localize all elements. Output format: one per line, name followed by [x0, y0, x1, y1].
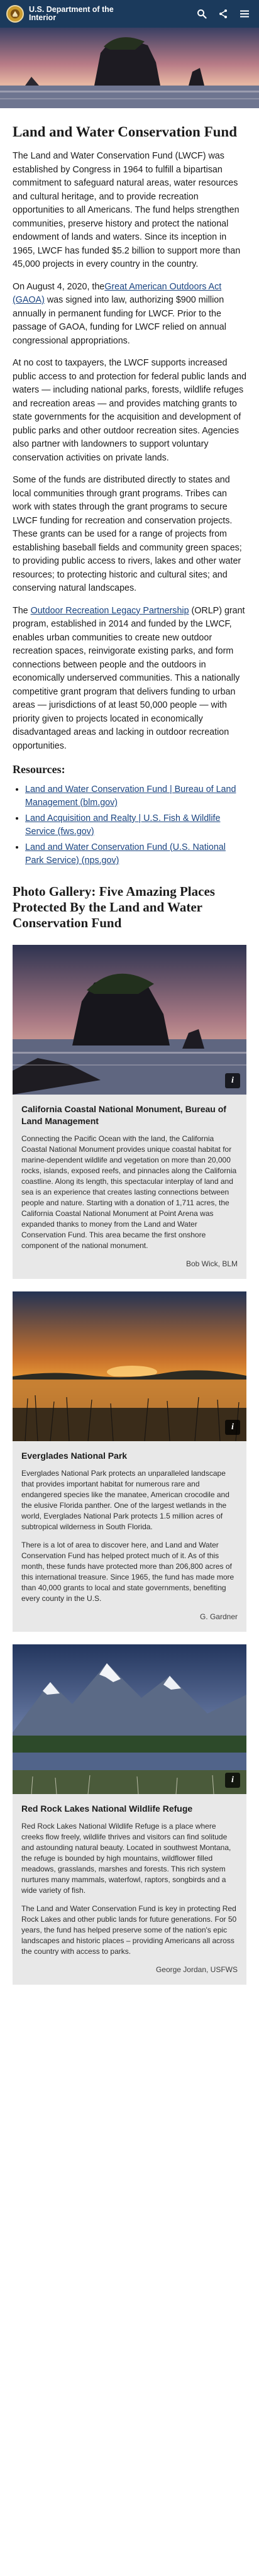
card-title: Red Rock Lakes National Wildlife Refuge	[21, 1804, 193, 1814]
card-image: i	[13, 1291, 246, 1441]
photo-credit: George Jordan, USFWS	[155, 1965, 238, 1974]
gallery-card: i California Coastal National Monument, …	[13, 945, 246, 1279]
site-name[interactable]: U.S. Department of the Interior	[29, 6, 123, 22]
page-title: Land and Water Conservation Fund	[13, 124, 238, 140]
card-text: Everglades National Park protects an unp…	[21, 1469, 229, 1531]
grants-paragraph: Some of the funds are distributed direct…	[13, 475, 242, 593]
resource-link-fws[interactable]: Land Acquisition and Realty | U.S. Fish …	[25, 813, 220, 837]
info-icon[interactable]: i	[225, 1073, 240, 1088]
hamburger-menu-icon[interactable]	[235, 4, 254, 23]
card-text: Red Rock Lakes National Wildlife Refuge …	[21, 1822, 231, 1895]
list-item: Land and Water Conservation Fund | Burea…	[25, 783, 246, 810]
card-title: Everglades National Park	[21, 1451, 128, 1461]
resources-list: Land and Water Conservation Fund | Burea…	[25, 783, 246, 867]
info-icon[interactable]: i	[225, 1773, 240, 1788]
card-text: The Land and Water Conservation Fund is …	[21, 1904, 237, 1956]
taxpayer-paragraph: At no cost to taxpayers, the LWCF suppor…	[13, 358, 246, 463]
card-body: Red Rock Lakes National Wildlife Refuge …	[13, 1794, 246, 1985]
doi-seal-icon[interactable]	[6, 5, 24, 23]
resource-link-blm[interactable]: Land and Water Conservation Fund | Burea…	[25, 784, 236, 808]
gallery-card: i Everglades National Park Everglades Na…	[13, 1291, 246, 1632]
photo-credit: Bob Wick, BLM	[185, 1259, 238, 1268]
orlp-text-before: The	[13, 605, 31, 616]
card-text: There is a lot of area to discover here,…	[21, 1541, 234, 1603]
card-body: Everglades National Park Everglades Nati…	[13, 1441, 246, 1632]
coastal-rock-sunset-image	[13, 945, 246, 1095]
resource-link-nps[interactable]: Land and Water Conservation Fund (U.S. N…	[25, 842, 226, 866]
gaoa-text-after: was signed into law, authorizing $900 mi…	[13, 295, 226, 346]
card-text: Connecting the Pacific Ocean with the la…	[21, 1134, 237, 1250]
list-item: Land and Water Conservation Fund (U.S. N…	[25, 841, 246, 867]
card-body: California Coastal National Monument, Bu…	[13, 1095, 246, 1279]
everglades-sunset-image	[13, 1291, 246, 1441]
resources-heading: Resources:	[13, 763, 65, 776]
orlp-link[interactable]: Outdoor Recreation Legacy Partnership	[31, 606, 189, 616]
site-header: U.S. Department of the Interior	[0, 0, 259, 28]
card-title: California Coastal National Monument, Bu…	[21, 1104, 226, 1126]
hero-banner	[0, 28, 259, 108]
gallery-card: i Red Rock Lakes National Wildlife Refug…	[13, 1644, 246, 1985]
orlp-text-after: (ORLP) grant program, established in 201…	[13, 605, 245, 751]
share-icon[interactable]	[214, 4, 233, 23]
photo-credit: G. Gardner	[199, 1612, 238, 1621]
list-item: Land Acquisition and Realty | U.S. Fish …	[25, 812, 246, 839]
gaoa-text-before: On August 4, 2020, the	[13, 281, 105, 292]
intro-paragraph: The Land and Water Conservation Fund (LW…	[13, 151, 241, 269]
card-image: i	[13, 945, 246, 1095]
search-icon[interactable]	[192, 4, 211, 23]
card-image: i	[13, 1644, 246, 1794]
orlp-paragraph: The Outdoor Recreation Legacy Partnershi…	[13, 605, 246, 754]
gaoa-paragraph: On August 4, 2020, theGreat American Out…	[13, 281, 246, 348]
info-icon[interactable]: i	[225, 1420, 240, 1435]
gallery-heading: Photo Gallery: Five Amazing Places Prote…	[13, 884, 215, 930]
mountain-lake-image	[13, 1644, 246, 1794]
sea-stacks-sunset-image	[0, 28, 259, 108]
main-content: Land and Water Conservation Fund The Lan…	[0, 108, 259, 1985]
